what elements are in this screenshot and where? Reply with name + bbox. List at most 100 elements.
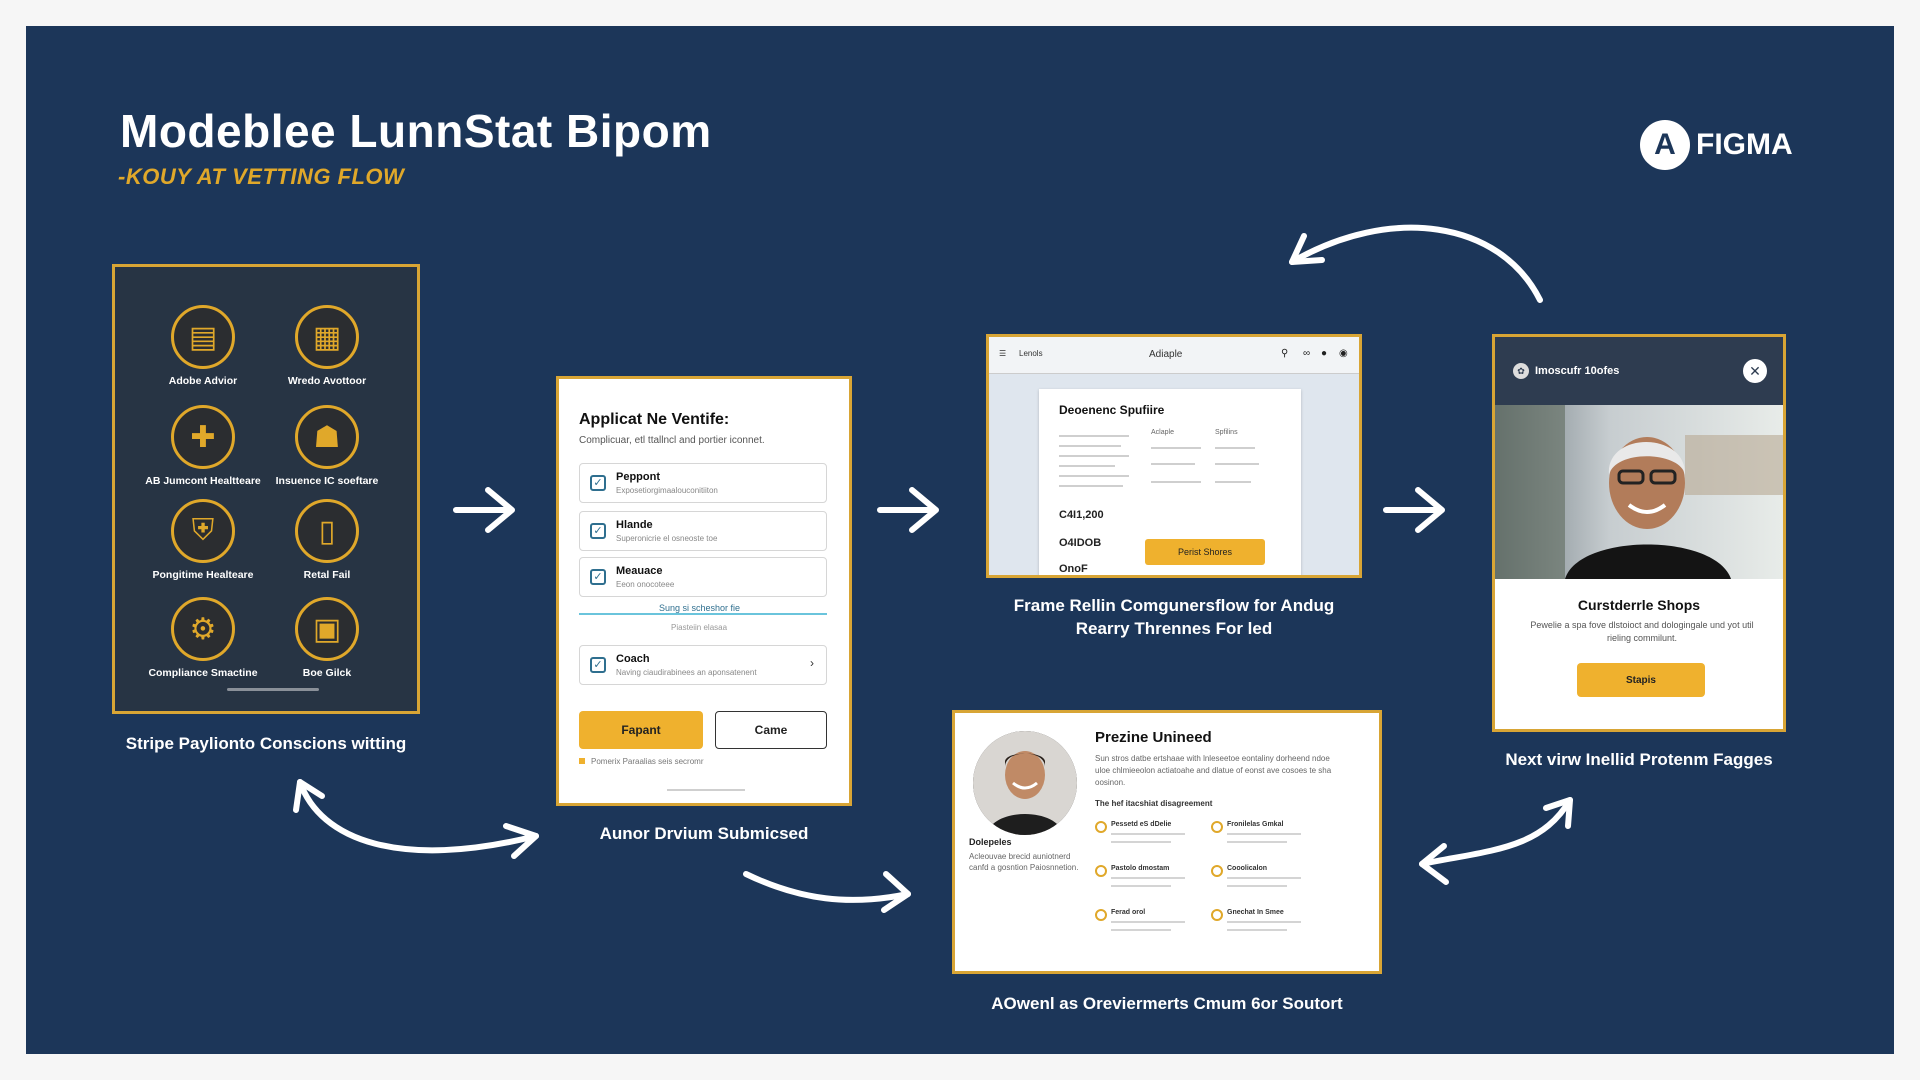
- primary-button[interactable]: Fapant: [579, 711, 703, 749]
- text-line: [1111, 833, 1185, 835]
- service-label: Compliance Smactine: [148, 667, 258, 679]
- close-icon[interactable]: ✕: [1743, 359, 1767, 383]
- arrow-5-loop: [1289, 224, 1543, 303]
- hero-photo: [1495, 405, 1783, 579]
- progress-sub: Piasteiin elasaa: [671, 623, 728, 632]
- person-name: Dolepeles: [969, 837, 1012, 847]
- checklist-item[interactable]: ✓ Meauace Eeon onocoteee: [579, 557, 827, 597]
- monitor-icon: ▣: [295, 597, 359, 661]
- form-title: Applicat Ne Ventife:: [579, 411, 730, 428]
- text-line: [1227, 885, 1287, 887]
- text-line: [1227, 841, 1287, 843]
- screen1-caption: Stripe Paylionto Conscions witting: [125, 734, 407, 753]
- point-label: Pessetd eS dDelie: [1111, 821, 1172, 828]
- text-line: [1227, 833, 1301, 835]
- text-line: [1059, 445, 1121, 447]
- menu-icon[interactable]: ☰: [999, 349, 1006, 358]
- document-page: Deoenenc Spufiire Aclaple Spfilins C4I1,…: [1039, 389, 1301, 575]
- arrow-2-1-double: [297, 779, 539, 854]
- text-line: [1227, 921, 1301, 923]
- building-icon: ▦: [295, 305, 359, 369]
- modal-body: Pewelie a spa fove dlstoioct and dologin…: [1530, 620, 1754, 643]
- shield-icon: ⛨: [171, 499, 235, 563]
- checklist-item[interactable]: ✓ Hlande Superonicrie el osneoste toe: [579, 511, 827, 551]
- user-icon[interactable]: ⚲: [1281, 348, 1288, 359]
- screen5-caption: Next virw Inellid Protenm Fagges: [1505, 750, 1773, 769]
- profile-title: Prezine Unineed: [1095, 729, 1212, 746]
- chevron-right-icon: ›: [810, 656, 814, 670]
- modal-action-button[interactable]: Stapis: [1577, 663, 1705, 697]
- insurance-icon: ☗: [295, 405, 359, 469]
- screen3-caption: Frame Rellin Comgunersflow for Andug Rea…: [986, 594, 1362, 640]
- checkbox-checked[interactable]: ✓: [590, 475, 606, 491]
- point-label: Cooolicalon: [1227, 865, 1268, 872]
- screen-document-preview: ☰ Lenols Adiaple ⚲ ∞ ● ◉ Deoenenc Spufii…: [986, 334, 1362, 578]
- service-label: Boe Gilck: [302, 667, 352, 679]
- service-item[interactable]: ✚ AB Jumcont Healtteare: [138, 405, 268, 487]
- arrow-2-3: [877, 487, 939, 533]
- text-line: [1111, 877, 1185, 879]
- service-item[interactable]: ⛨ Pongitime Healteare: [138, 499, 268, 581]
- amount-value: C4I1,200: [1059, 509, 1104, 521]
- checklist-sub: Eeon onocoteee: [616, 580, 675, 589]
- arrow-3-5: [1383, 487, 1445, 533]
- modal-title: Curstderrle Shops: [1577, 597, 1701, 613]
- document-icon: ▤: [171, 305, 235, 369]
- text-line: [1059, 435, 1129, 437]
- service-label: Adobe Advior: [168, 375, 238, 387]
- modal-header-title: Imoscufr 10ofes: [1535, 365, 1620, 377]
- service-label: Insuence IC soeftare: [275, 475, 379, 487]
- avatar: [973, 731, 1077, 835]
- screen2-caption: Aunor Drvium Submicsed: [599, 824, 809, 843]
- point-label: Gnechat In Smee: [1227, 909, 1284, 916]
- checklist-item[interactable]: ✓ Peppont Exposetiorgimaalouconitiiton: [579, 463, 827, 503]
- text-line: [1111, 929, 1171, 931]
- checklist-item-coach[interactable]: ✓ Coach Naving ciaudirabinees an aponsat…: [579, 645, 827, 685]
- service-item[interactable]: ▤ Adobe Advior: [138, 305, 268, 387]
- service-item[interactable]: ▯ Retal Fail: [262, 499, 392, 581]
- point-label: Fronilelas Gmkal: [1227, 821, 1284, 828]
- link-icon[interactable]: ∞: [1303, 348, 1310, 359]
- phone-icon: ▯: [295, 499, 359, 563]
- bullet-icon: [1095, 909, 1107, 921]
- checklist-label: Coach: [616, 653, 650, 665]
- app-icon: ✿: [1513, 363, 1529, 379]
- person-photo: [1495, 405, 1783, 579]
- text-line: [1059, 485, 1123, 487]
- service-item[interactable]: ▣ Boe Gilck: [262, 597, 392, 679]
- checkbox-checked[interactable]: ✓: [590, 569, 606, 585]
- text-line: [1059, 465, 1115, 467]
- document-action-button[interactable]: Perist Shores: [1145, 539, 1265, 565]
- checkbox-checked[interactable]: ✓: [590, 657, 606, 673]
- profile-icon[interactable]: ◉: [1339, 348, 1348, 359]
- screen-services-grid: ▤ Adobe Advior ▦ Wredo Avottoor ✚ AB Jum…: [112, 264, 420, 714]
- service-item[interactable]: ▦ Wredo Avottoor: [262, 305, 392, 387]
- text-line: [1227, 877, 1301, 879]
- point-label: Pastolo dmostam: [1111, 865, 1170, 872]
- screen-profile-review: Prezine Unineed Sun stros datbe ertshaae…: [952, 710, 1382, 974]
- text-line: [1151, 481, 1201, 483]
- bullet-icon: [1211, 821, 1223, 833]
- home-indicator: [667, 789, 745, 791]
- profile-body: Sun stros datbe ertshaae with lnleseetoe…: [1095, 754, 1332, 787]
- settings-icon[interactable]: ●: [1321, 348, 1327, 359]
- service-item[interactable]: ☗ Insuence IC soeftare: [262, 405, 392, 487]
- screen4-caption: AOwenl as Oreviermerts Cmum 6or Soutort: [991, 994, 1343, 1013]
- checkbox-checked[interactable]: ✓: [590, 523, 606, 539]
- checklist-label: Peppont: [616, 471, 660, 483]
- caption-line: Frame Rellin Comgunersflow for Andug: [1013, 596, 1335, 615]
- checklist-sub: Naving ciaudirabinees an aponsatenent: [616, 668, 757, 677]
- form-subtitle: Complicuar, etl ttallncl and portier ico…: [579, 435, 765, 446]
- service-item[interactable]: ⚙ Compliance Smactine: [138, 597, 268, 679]
- bullet-icon: [1095, 821, 1107, 833]
- home-indicator: [227, 688, 319, 691]
- amount-value: O4IDOB: [1059, 537, 1102, 549]
- caption-line: Rearry Thrennes For led: [1075, 619, 1273, 638]
- secondary-button[interactable]: Came: [715, 711, 827, 749]
- text-line: [1111, 885, 1171, 887]
- column-header: Spfilins: [1215, 429, 1238, 436]
- toolbar-menu-label: Lenols: [1019, 349, 1043, 358]
- service-label: Wredo Avottoor: [287, 375, 367, 387]
- progress-slider[interactable]: Sung si scheshor fie Piasteiin elasaa: [579, 603, 827, 632]
- text-line: [1111, 921, 1185, 923]
